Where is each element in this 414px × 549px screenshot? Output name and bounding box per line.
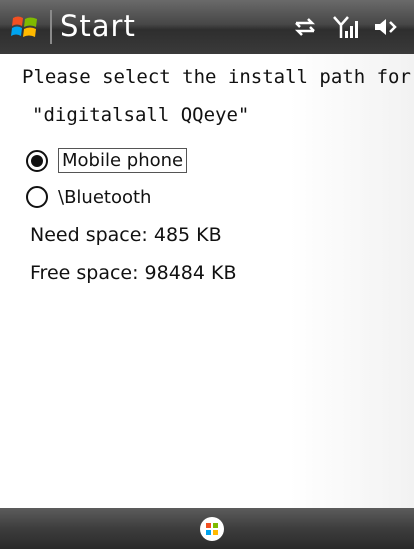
option-label[interactable]: \Bluetooth [58, 187, 151, 208]
bottom-bar [0, 508, 414, 549]
need-space-text: Need space: 485 KB [30, 224, 222, 246]
option-label[interactable]: Mobile phone [58, 148, 188, 173]
sync-icon[interactable] [292, 16, 318, 38]
volume-icon[interactable] [372, 15, 398, 39]
title-separator [50, 10, 52, 44]
status-icons[interactable] [292, 12, 398, 42]
app-title[interactable]: Start [60, 9, 136, 43]
signal-icon[interactable] [332, 14, 358, 40]
radio-button[interactable] [26, 186, 48, 208]
windows-logo-icon[interactable] [10, 12, 40, 42]
option-bluetooth[interactable]: \Bluetooth [26, 186, 151, 208]
option-mobile-phone[interactable]: Mobile phone [26, 148, 188, 173]
radio-button-checked[interactable] [26, 149, 48, 172]
install-dialog: Please select the install path for: "dig… [0, 54, 414, 508]
start-button-icon[interactable] [199, 516, 225, 542]
title-bar: Start [0, 0, 414, 54]
free-space-text: Free space: 98484 KB [30, 262, 237, 284]
program-name: "digitalsall QQeye" [32, 104, 250, 126]
prompt-text: Please select the install path for: [22, 66, 414, 88]
